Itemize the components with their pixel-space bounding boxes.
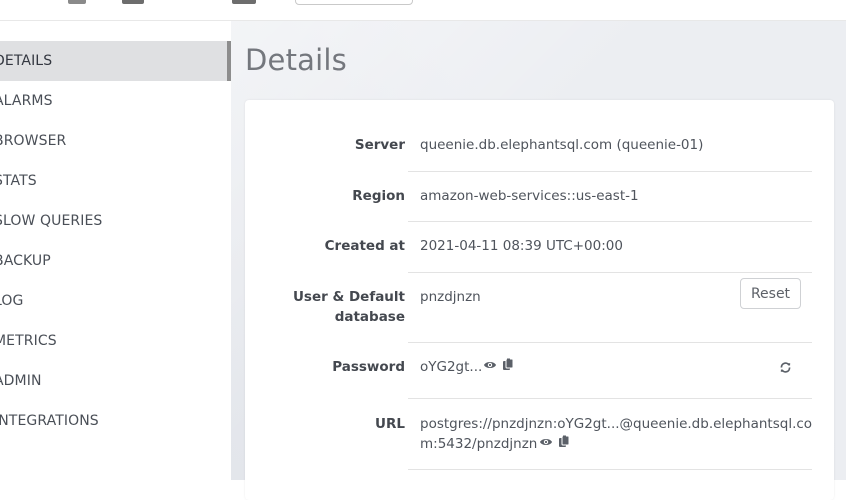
divider — [408, 171, 812, 172]
created-value: 2021-04-11 08:39 UTC+00:00 — [420, 238, 623, 254]
url-label: URL — [375, 416, 405, 432]
url-value-line2: m:5432/pnzdjnzn — [420, 436, 538, 452]
sidebar-item-details[interactable]: DETAILS — [0, 41, 231, 81]
server-value: queenie.db.elephantsql.com (queenie-01) — [420, 137, 704, 153]
sidebar-item-label: STATS — [0, 173, 37, 189]
sidebar-item-label: BACKUP — [0, 253, 51, 269]
user-label-line2: database — [334, 309, 405, 325]
top-nav-fragment — [122, 0, 144, 4]
password-label: Password — [332, 359, 405, 375]
clipboard-icon[interactable] — [502, 357, 514, 377]
divider — [408, 342, 812, 343]
sidebar-item-alarms[interactable]: ALARMS — [0, 81, 231, 121]
password-value: oYG2gt... — [420, 359, 483, 375]
region-value: amazon-web-services::us-east-1 — [420, 188, 639, 204]
sidebar-item-metrics[interactable]: METRICS — [0, 321, 231, 361]
user-label-line1: User & Default — [292, 289, 405, 305]
sidebar-item-label: METRICS — [0, 333, 57, 349]
user-value: pnzdjnzn — [420, 289, 481, 305]
sidebar-item-label: LOG — [0, 293, 24, 309]
user-label: User & Default database — [245, 287, 405, 327]
divider — [408, 469, 812, 470]
region-label: Region — [352, 188, 405, 204]
sidebar-item-slow-queries[interactable]: SLOW QUERIES — [0, 201, 231, 241]
divider — [408, 221, 812, 222]
sidebar-item-label: BROWSER — [0, 133, 67, 149]
clipboard-icon[interactable] — [558, 434, 570, 454]
main-content: Details Server queenie.db.elephantsql.co… — [231, 21, 846, 500]
details-card: Server queenie.db.elephantsql.com (queen… — [245, 100, 834, 500]
created-label: Created at — [324, 238, 405, 254]
password-value-group: oYG2gt... — [420, 357, 514, 377]
sidebar-item-stats[interactable]: STATS — [0, 161, 231, 201]
sidebar-item-label: ALARMS — [0, 93, 53, 109]
instance-selector[interactable] — [295, 0, 413, 5]
sidebar: DETAILS ALARMS BROWSER STATS SLOW QUERIE… — [0, 21, 231, 480]
sidebar-item-admin[interactable]: ADMIN — [0, 361, 231, 401]
sidebar-item-backup[interactable]: BACKUP — [0, 241, 231, 281]
reset-button[interactable]: Reset — [740, 278, 801, 309]
top-bar — [0, 0, 846, 21]
divider — [408, 272, 812, 273]
sidebar-item-log[interactable]: LOG — [0, 281, 231, 321]
sidebar-item-label: DETAILS — [0, 53, 53, 69]
sidebar-item-label: SLOW QUERIES — [0, 213, 103, 229]
refresh-icon[interactable] — [779, 359, 792, 378]
server-label: Server — [354, 137, 405, 153]
sidebar-item-integrations[interactable]: INTEGRATIONS — [0, 401, 231, 441]
sidebar-item-label: INTEGRATIONS — [0, 413, 99, 429]
eye-icon[interactable] — [539, 434, 553, 454]
url-value-group: postgres://pnzdjnzn:oYG2gt...@queenie.db… — [420, 414, 812, 454]
divider — [408, 398, 812, 399]
eye-icon[interactable] — [483, 357, 497, 377]
page-title: Details — [245, 43, 347, 77]
sidebar-item-browser[interactable]: BROWSER — [0, 121, 231, 161]
sidebar-item-label: ADMIN — [0, 373, 42, 389]
url-value-line1: postgres://pnzdjnzn:oYG2gt...@queenie.db… — [420, 416, 813, 432]
logo-icon — [68, 0, 86, 4]
top-nav-fragment — [232, 0, 256, 4]
